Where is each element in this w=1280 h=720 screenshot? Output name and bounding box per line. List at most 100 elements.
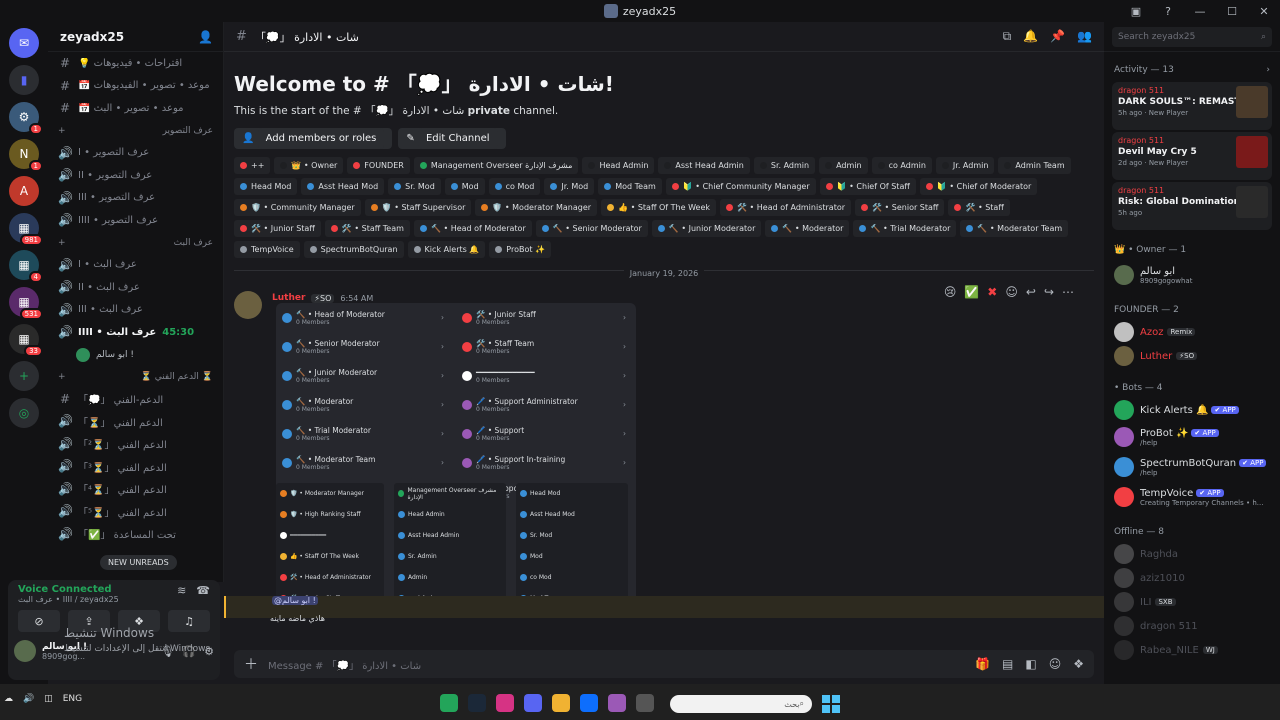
pin-icon[interactable]: 📌	[1050, 29, 1065, 44]
channel-item[interactable]: # موعد • تصوير • الفيديوهات 📅	[48, 75, 223, 98]
channel-item[interactable]: 🔊 الدعم الفني 「⏳²」	[48, 433, 223, 456]
add-channel-icon[interactable]: +	[58, 126, 66, 136]
activity-card[interactable]: dragon 511DARK SOULS™: REMASTE...5h ago …	[1112, 82, 1272, 130]
role-pill[interactable]: 🔨 • Senior Moderator	[535, 220, 648, 237]
sticker-icon[interactable]: ◧	[1025, 657, 1036, 671]
message-composer[interactable]: ＋ Message # 「💭」 شات • الادارة 🎁 ▤ ◧ ☺ ❖	[234, 650, 1094, 678]
camera-off-icon[interactable]: ⊘	[18, 610, 60, 632]
role-pill[interactable]: Mod Team	[598, 178, 662, 195]
role-pill[interactable]: Jr. Mod	[544, 178, 595, 195]
channel-category[interactable]: + عرف البث	[48, 232, 223, 254]
message-author[interactable]: Luther	[272, 293, 305, 303]
role-pill[interactable]: FOUNDER	[347, 157, 410, 174]
member-item[interactable]: Raghda	[1104, 542, 1280, 566]
role-pill[interactable]: 🛡️ • Staff Supervisor	[364, 199, 472, 216]
channel-item[interactable]: 🔊 الدعم الفني 「⏳⁵」	[48, 500, 223, 523]
member-item[interactable]: ابو سالم 8909gogowhat	[1104, 260, 1280, 290]
role-pill[interactable]: Management Overseer مشرف الإدارة	[413, 157, 579, 174]
help-icon[interactable]: ?	[1152, 5, 1184, 18]
role-pill[interactable]: 🔰 • Chief of Moderator	[919, 178, 1038, 195]
reaction-cross-icon[interactable]: ✖	[987, 285, 997, 299]
search-input[interactable]: Search zeyadx25 ⌕	[1112, 26, 1272, 47]
role-pill[interactable]: Asst Head Admin	[658, 157, 750, 174]
chevron-right-icon[interactable]: ›	[1266, 65, 1270, 75]
apps-icon[interactable]: ❖	[1073, 657, 1084, 671]
activity-card[interactable]: dragon 511 Risk: Global Domination 5h ago	[1112, 182, 1272, 230]
more-icon[interactable]: ⋯	[1062, 285, 1074, 299]
avatar[interactable]	[234, 291, 262, 319]
app-icon[interactable]	[496, 694, 514, 712]
role-pill[interactable]: 🔨 • Moderator	[765, 220, 850, 237]
role-pill[interactable]: Kick Alerts 🔔	[407, 241, 486, 258]
reply-message[interactable]: @ابو سالم !	[224, 596, 1104, 618]
member-item[interactable]: aziz1010	[1104, 566, 1280, 590]
server-folder-icon[interactable]: ▦ 981	[9, 213, 43, 246]
voice-connected-label[interactable]: Voice Connected	[18, 584, 119, 595]
channel-item[interactable]: 🔊 الدعم الفني 「⏳³」	[48, 455, 223, 478]
voice-user[interactable]: ابو سالم !	[48, 344, 223, 366]
forward-icon[interactable]: ↪	[1044, 285, 1054, 299]
role-pill[interactable]: SpectrumBotQuran	[303, 241, 404, 258]
server-icon[interactable]: N1	[9, 139, 43, 172]
role-pill[interactable]: Admin Team	[998, 157, 1071, 174]
voice-location[interactable]: عرف البث • IIII / zeyadx25	[18, 595, 119, 604]
gif-icon[interactable]: ▤	[1002, 657, 1013, 671]
server-icon[interactable]: ⚙ 1	[9, 102, 43, 135]
add-members-button[interactable]: 👤 Add members or roles	[234, 128, 393, 149]
notification-bell-icon[interactable]: 🔔	[1023, 29, 1038, 44]
member-item[interactable]: ProBot ✨ ✔ APP/help	[1104, 422, 1280, 452]
member-item[interactable]: Rabea_NILE WJ	[1104, 638, 1280, 662]
disconnect-icon[interactable]: ☎	[196, 584, 210, 604]
inbox-icon[interactable]: ▣	[1120, 5, 1152, 18]
role-pill[interactable]: Admin	[819, 157, 868, 174]
role-pill[interactable]: 🔨 • Trial Moderator	[853, 220, 957, 237]
threads-icon[interactable]: ⧉	[1003, 29, 1012, 44]
channel-item[interactable]: 🔊 عرف التصوير • III	[48, 187, 223, 210]
role-pill[interactable]: 🛠️ • Junior Staff	[234, 220, 321, 237]
home-icon[interactable]: ✉	[9, 28, 39, 58]
member-item[interactable]: Kick Alerts 🔔 ✔ APP	[1104, 398, 1280, 422]
new-unreads-pill[interactable]: NEW UNREADS	[100, 555, 177, 570]
role-pill[interactable]: co Admin	[871, 157, 932, 174]
noise-suppression-icon[interactable]: ≋	[177, 584, 186, 604]
file-explorer-icon[interactable]	[552, 694, 570, 712]
channel-item[interactable]: # موعد • تصوير • البث 📅	[48, 97, 223, 120]
role-pill[interactable]: Asst Head Mod	[301, 178, 385, 195]
reply-icon[interactable]: ↩	[1026, 285, 1036, 299]
role-pill[interactable]: 🛠️ • Head of Administrator	[720, 199, 852, 216]
add-reaction-icon[interactable]: ☺	[1005, 285, 1018, 299]
add-channel-icon[interactable]: +	[58, 238, 66, 248]
channel-item[interactable]: 45:30 🔊 عرف البث • IIII	[48, 321, 223, 344]
activity-card[interactable]: dragon 511 Devil May Cry 5 2d ago · New Pl…	[1112, 132, 1272, 180]
role-pill[interactable]: Sr. Mod	[388, 178, 441, 195]
role-pill[interactable]: Sr. Admin	[753, 157, 816, 174]
member-item[interactable]: Azoz Remix	[1104, 320, 1280, 344]
role-pill[interactable]: 🛡️ • Community Manager	[234, 199, 361, 216]
member-item[interactable]: dragon 511	[1104, 614, 1280, 638]
role-pill[interactable]: 🛠️ • Staff	[948, 199, 1010, 216]
maximize-button[interactable]: ☐	[1216, 5, 1248, 18]
image-attachment[interactable]: 🔨 • Head of Moderator 0 Members › 🔨 • Senio…	[276, 303, 636, 609]
attach-plus-icon[interactable]: ＋	[244, 654, 258, 674]
invite-icon[interactable]: 👤	[198, 30, 213, 44]
language-indicator[interactable]: ENG	[63, 694, 82, 704]
role-pill[interactable]: Head Admin	[582, 157, 655, 174]
channel-item[interactable]: 🔊 عرف البث • III	[48, 299, 223, 322]
minimize-button[interactable]: —	[1184, 5, 1216, 18]
role-pill[interactable]: Head Mod	[234, 178, 298, 195]
role-pill[interactable]: co Mod	[488, 178, 541, 195]
channel-category[interactable]: + ⏳ الدعم الفني ⏳	[48, 366, 223, 388]
add-server-icon[interactable]: +	[9, 361, 39, 391]
app-icon[interactable]	[440, 694, 458, 712]
member-item[interactable]: ILI SXB	[1104, 590, 1280, 614]
channel-item[interactable]: # اقتراحات • فيديوهات 💡	[48, 52, 223, 75]
server-folder-icon[interactable]: ▦ 531	[9, 287, 43, 320]
mention[interactable]: @ابو سالم !	[272, 596, 318, 605]
add-channel-icon[interactable]: +	[58, 372, 66, 382]
channel-item[interactable]: 🔊 عرف البث • I	[48, 254, 223, 277]
role-pill[interactable]: 👍 • Staff Of The Week	[601, 199, 716, 216]
edge-icon[interactable]	[580, 694, 598, 712]
channel-item[interactable]: 🔊 الدعم الفني 「⏳⁴」	[48, 478, 223, 501]
windows-start-icon[interactable]	[822, 695, 840, 713]
message[interactable]: Luther ⚡SO 6:54 AM 😢 ✅ ✖ ☺ ↩ ↪ ⋯ 🔨 • Hea…	[224, 285, 1104, 621]
